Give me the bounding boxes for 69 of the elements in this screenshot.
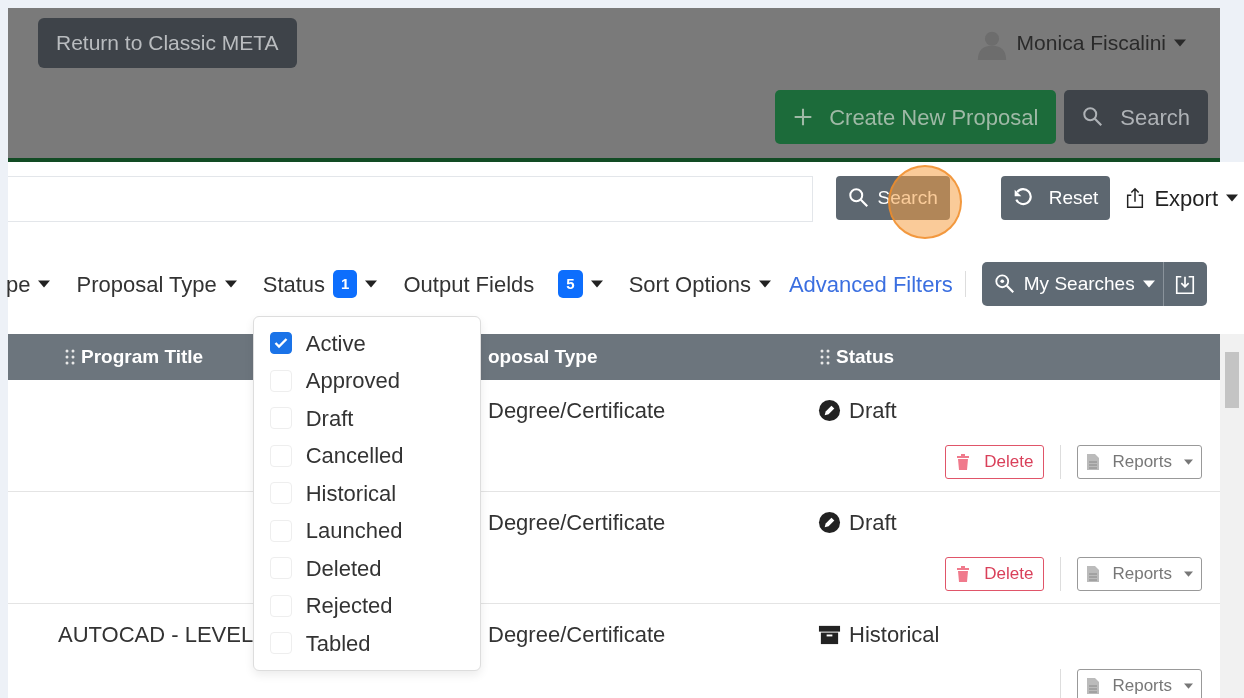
caret-icon xyxy=(365,280,378,288)
caret-icon xyxy=(590,280,603,288)
menu-item[interactable]: Approved xyxy=(253,362,480,400)
search-button[interactable]: Search xyxy=(1064,90,1208,144)
table-cell: Degree/Certificate xyxy=(488,622,666,647)
column-header[interactable]: oposal Type xyxy=(488,342,598,372)
trash-icon xyxy=(956,453,971,471)
create-proposal-button[interactable]: Create New Proposal xyxy=(775,90,1057,144)
menu-item[interactable]: Cancelled xyxy=(253,437,480,475)
scrollbar[interactable] xyxy=(1220,334,1244,698)
caret-icon xyxy=(224,280,237,288)
caret-icon xyxy=(1184,570,1193,578)
checkmark-icon xyxy=(273,337,288,350)
caret-icon xyxy=(1226,194,1238,202)
menu-item[interactable]: Draft xyxy=(253,399,480,437)
delete-button[interactable]: Delete xyxy=(945,445,1045,479)
count-badge: 1 xyxy=(333,269,358,299)
return-classic-button[interactable]: Return to Classic META xyxy=(38,18,297,68)
pencil-icon xyxy=(818,511,841,534)
menu-item[interactable]: Historical xyxy=(253,474,480,512)
delete-button[interactable]: Delete xyxy=(945,557,1045,591)
menu-item[interactable]: Launched xyxy=(253,512,480,550)
reset-icon xyxy=(1012,188,1033,208)
status-text: Draft xyxy=(849,397,897,425)
menu-item[interactable]: Active xyxy=(253,324,480,362)
caret-icon xyxy=(1184,458,1193,466)
caret-icon xyxy=(1142,280,1155,288)
drag-handle-icon xyxy=(65,348,75,366)
pencil-icon xyxy=(818,399,841,422)
column-header[interactable]: Status xyxy=(836,342,895,372)
table-cell: AUTOCAD - LEVEL xyxy=(58,622,254,647)
caret-icon xyxy=(38,280,51,288)
column-header[interactable]: Program Title xyxy=(81,342,204,372)
menu-item[interactable]: Rejected xyxy=(253,587,480,625)
checkbox[interactable] xyxy=(269,332,292,355)
caret-icon xyxy=(1174,39,1186,47)
menu-item[interactable]: Tabled xyxy=(253,624,480,662)
filter-dropdown[interactable]: Status 1 xyxy=(262,267,378,301)
filter-dropdown[interactable]: pe xyxy=(6,267,51,301)
advanced-filters-link[interactable]: Advanced Filters xyxy=(788,267,953,301)
export-button[interactable]: Export xyxy=(1118,176,1244,220)
reports-button[interactable]: Reports xyxy=(1077,669,1202,698)
document-icon xyxy=(1086,453,1101,471)
document-icon xyxy=(1086,565,1101,583)
trash-icon xyxy=(956,565,971,583)
table-cell: Degree/Certificate xyxy=(488,398,666,423)
search-input-field[interactable] xyxy=(8,176,813,222)
search-icon xyxy=(993,273,1016,295)
status-text: Historical xyxy=(849,621,940,649)
table-cell: Degree/Certificate xyxy=(488,510,666,535)
caret-icon xyxy=(1184,682,1193,690)
status-text: Draft xyxy=(849,509,897,537)
filter-dropdown[interactable]: Output Fields 5 xyxy=(403,267,603,301)
search-icon xyxy=(1082,106,1105,128)
menu-item[interactable]: Deleted xyxy=(253,549,480,587)
document-icon xyxy=(1086,677,1101,695)
caret-icon xyxy=(758,280,771,288)
drag-handle-icon xyxy=(820,348,830,366)
reset-button[interactable]: Reset xyxy=(1000,176,1111,220)
count-badge: 5 xyxy=(558,269,583,299)
plus-icon xyxy=(793,107,814,127)
search-icon xyxy=(847,187,870,209)
user-menu-button[interactable]: Monica Fiscalini xyxy=(968,25,1192,61)
archive-box-icon xyxy=(818,623,841,646)
reports-button[interactable]: Reports xyxy=(1077,445,1202,479)
filter-dropdown[interactable]: Proposal Type xyxy=(76,267,237,301)
download-icon xyxy=(1174,273,1197,296)
reports-button[interactable]: Reports xyxy=(1077,557,1202,591)
filter-dropdown[interactable]: Sort Options xyxy=(628,267,771,301)
